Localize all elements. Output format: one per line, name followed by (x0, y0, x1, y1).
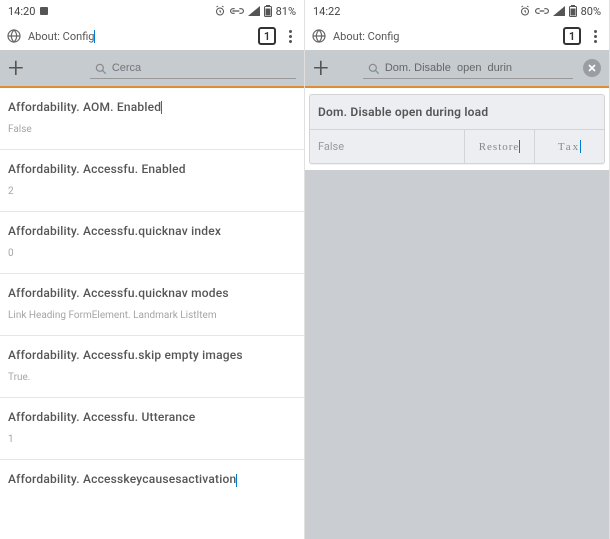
pref-result[interactable]: Dom. Disable open during load False Rest… (309, 94, 605, 164)
pref-list[interactable]: Affordability. AOM. Enabled False Afford… (0, 88, 304, 539)
toggle-button[interactable]: Tax (534, 130, 604, 163)
url-text[interactable]: About: Config (28, 30, 252, 43)
pref-row[interactable]: Affordability. Accessfu. Enabled 2 (0, 150, 304, 212)
search-icon (94, 61, 108, 75)
config-toolbar: + (0, 50, 304, 88)
alarm-icon (519, 5, 531, 17)
pref-value: 0 (0, 248, 304, 273)
config-toolbar: + (305, 50, 609, 88)
pref-value: False (0, 124, 304, 149)
pref-key: Affordability. Accessfu.skip empty image… (0, 336, 304, 372)
tab-count[interactable]: 1 (258, 27, 276, 45)
pref-value: False (310, 130, 464, 163)
pref-key: Affordability. Accessfu. Utterance (0, 398, 304, 434)
link-icon (535, 6, 549, 16)
pref-key: Affordability. AOM. Enabled (0, 88, 304, 124)
battery-percent: 81% (276, 5, 296, 18)
pref-row[interactable]: Affordability. Accesskeycausesactivation (0, 460, 304, 496)
battery-icon (264, 5, 272, 17)
url-text[interactable]: About: Config (333, 30, 557, 43)
menu-icon[interactable] (282, 30, 298, 43)
pref-value: 1 (0, 434, 304, 459)
text-caret (94, 30, 95, 43)
battery-icon (569, 5, 577, 17)
signal-icon (553, 6, 565, 16)
tab-count[interactable]: 1 (563, 27, 581, 45)
pref-value: Link Heading FormElement. Landmark ListI… (0, 310, 304, 335)
pref-value: True. (0, 372, 304, 397)
status-bar: 14:22 80% (305, 0, 609, 22)
search-input[interactable] (385, 62, 569, 74)
url-bar: About: Config 1 (305, 22, 609, 50)
pref-key: Affordability. Accessfu.quicknav index (0, 212, 304, 248)
status-bar: 14:20 81% (0, 0, 304, 22)
pane-left: 14:20 81% About: Config 1 + (0, 0, 305, 539)
clear-search-button[interactable] (583, 59, 601, 77)
url-bar: About: Config 1 (0, 22, 304, 50)
pref-row[interactable]: Affordability. Accessfu.quicknav index 0 (0, 212, 304, 274)
restore-button[interactable]: Restore (464, 130, 534, 163)
add-pref-button[interactable]: + (8, 54, 24, 82)
search-wrapper[interactable] (90, 57, 296, 79)
clock: 14:20 (8, 5, 35, 18)
pref-key: Affordability. Accessfu.quicknav modes (0, 274, 304, 310)
alarm-icon (214, 5, 226, 17)
battery-percent: 80% (581, 5, 601, 18)
pane-right: 14:22 80% About: Config 1 + Dom. Di (305, 0, 610, 539)
globe-icon (6, 28, 22, 44)
add-pref-button[interactable]: + (313, 54, 329, 82)
globe-icon (311, 28, 327, 44)
notification-dot-icon (39, 6, 49, 16)
empty-area (305, 170, 609, 539)
search-icon (367, 61, 381, 75)
pref-value: 2 (0, 186, 304, 211)
signal-icon (248, 6, 260, 16)
pref-key: Affordability. Accesskeycausesactivation (0, 460, 304, 496)
pref-row[interactable]: Affordability. Accessfu. Utterance 1 (0, 398, 304, 460)
search-wrapper[interactable] (363, 57, 573, 79)
menu-icon[interactable] (587, 30, 603, 43)
pref-key: Affordability. Accessfu. Enabled (0, 150, 304, 186)
pref-row[interactable]: Affordability. Accessfu.skip empty image… (0, 336, 304, 398)
pref-key: Dom. Disable open during load (310, 95, 604, 129)
pref-row[interactable]: Affordability. AOM. Enabled False (0, 88, 304, 150)
clock: 14:22 (313, 5, 340, 18)
link-icon (230, 6, 244, 16)
search-input[interactable] (112, 62, 292, 74)
pref-row[interactable]: Affordability. Accessfu.quicknav modes L… (0, 274, 304, 336)
